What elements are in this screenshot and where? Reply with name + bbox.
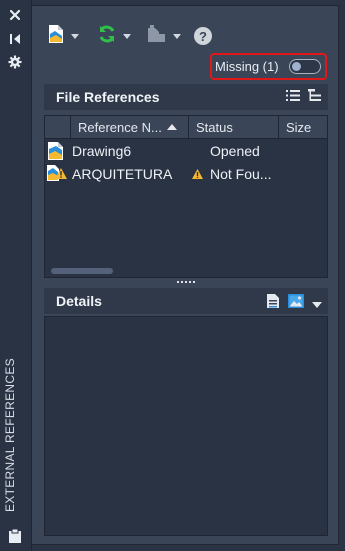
change-path-button[interactable] [145, 24, 181, 48]
gear-icon[interactable] [5, 53, 25, 71]
details-title: Details [56, 293, 102, 309]
column-header-size[interactable]: Size [278, 116, 327, 138]
column-header-label: Status [196, 119, 233, 135]
details-body [44, 316, 328, 536]
details-header[interactable]: Details [44, 288, 328, 314]
left-tool-strip: EXTERNAL REFERENCES [0, 0, 32, 551]
path-icon [145, 24, 167, 49]
pin-icon[interactable] [5, 30, 25, 48]
toggle-knob [292, 62, 301, 71]
attach-button[interactable] [47, 24, 79, 48]
column-header-icon [45, 116, 70, 138]
chevron-down-icon[interactable] [312, 295, 322, 313]
missing-filter: Missing (1) [210, 53, 327, 80]
dwg-file-icon [47, 140, 67, 162]
row-status: Opened [210, 143, 260, 159]
chevron-down-icon [173, 33, 181, 39]
file-references-title: File References [56, 89, 160, 105]
attach-dwg-icon [47, 24, 65, 49]
chevron-down-icon [71, 33, 79, 39]
warning-icon [192, 163, 206, 185]
details-icon-group [266, 293, 322, 314]
details-view-icon[interactable] [266, 293, 280, 314]
missing-toggle[interactable] [289, 59, 321, 74]
table-row[interactable]: Drawing6 Opened [45, 140, 327, 162]
row-reference-name: ARQUITETURA [72, 166, 173, 182]
missing-filter-label: Missing (1) [215, 59, 279, 74]
table-row[interactable]: ARQUITETURA Not Fou... [45, 163, 327, 185]
file-references-header[interactable]: File References [44, 84, 328, 110]
column-header-label: Size [286, 119, 312, 135]
tree-view-icon[interactable] [308, 89, 322, 107]
column-header-label: Reference N... [78, 119, 162, 135]
row-reference-name: Drawing6 [72, 143, 132, 159]
row-status: Not Fou... [210, 166, 272, 182]
view-toggle-group [286, 89, 322, 107]
column-header-reference-name[interactable]: Reference N... [70, 116, 188, 138]
preview-image-icon[interactable] [288, 294, 304, 313]
dwg-missing-file-icon [46, 163, 68, 185]
clipboard-icon[interactable] [5, 527, 25, 545]
sort-ascending-icon [166, 124, 177, 130]
list-view-icon[interactable] [286, 89, 300, 107]
toolbar: ? [42, 24, 242, 48]
external-references-panel: ? Missing (1) File References Reference … [31, 5, 339, 545]
file-references-table: Reference N... Status Size Drawing6 Open… [44, 115, 328, 278]
close-icon[interactable] [5, 6, 25, 24]
column-header-status[interactable]: Status [188, 116, 278, 138]
chevron-down-icon [123, 33, 131, 39]
help-icon[interactable]: ? [194, 27, 212, 45]
horizontal-scrollbar[interactable] [51, 268, 113, 274]
column-header-row: Reference N... Status Size [45, 116, 327, 139]
refresh-button[interactable] [97, 24, 131, 48]
refresh-icon [97, 24, 117, 49]
panel-splitter-handle[interactable] [44, 278, 328, 286]
